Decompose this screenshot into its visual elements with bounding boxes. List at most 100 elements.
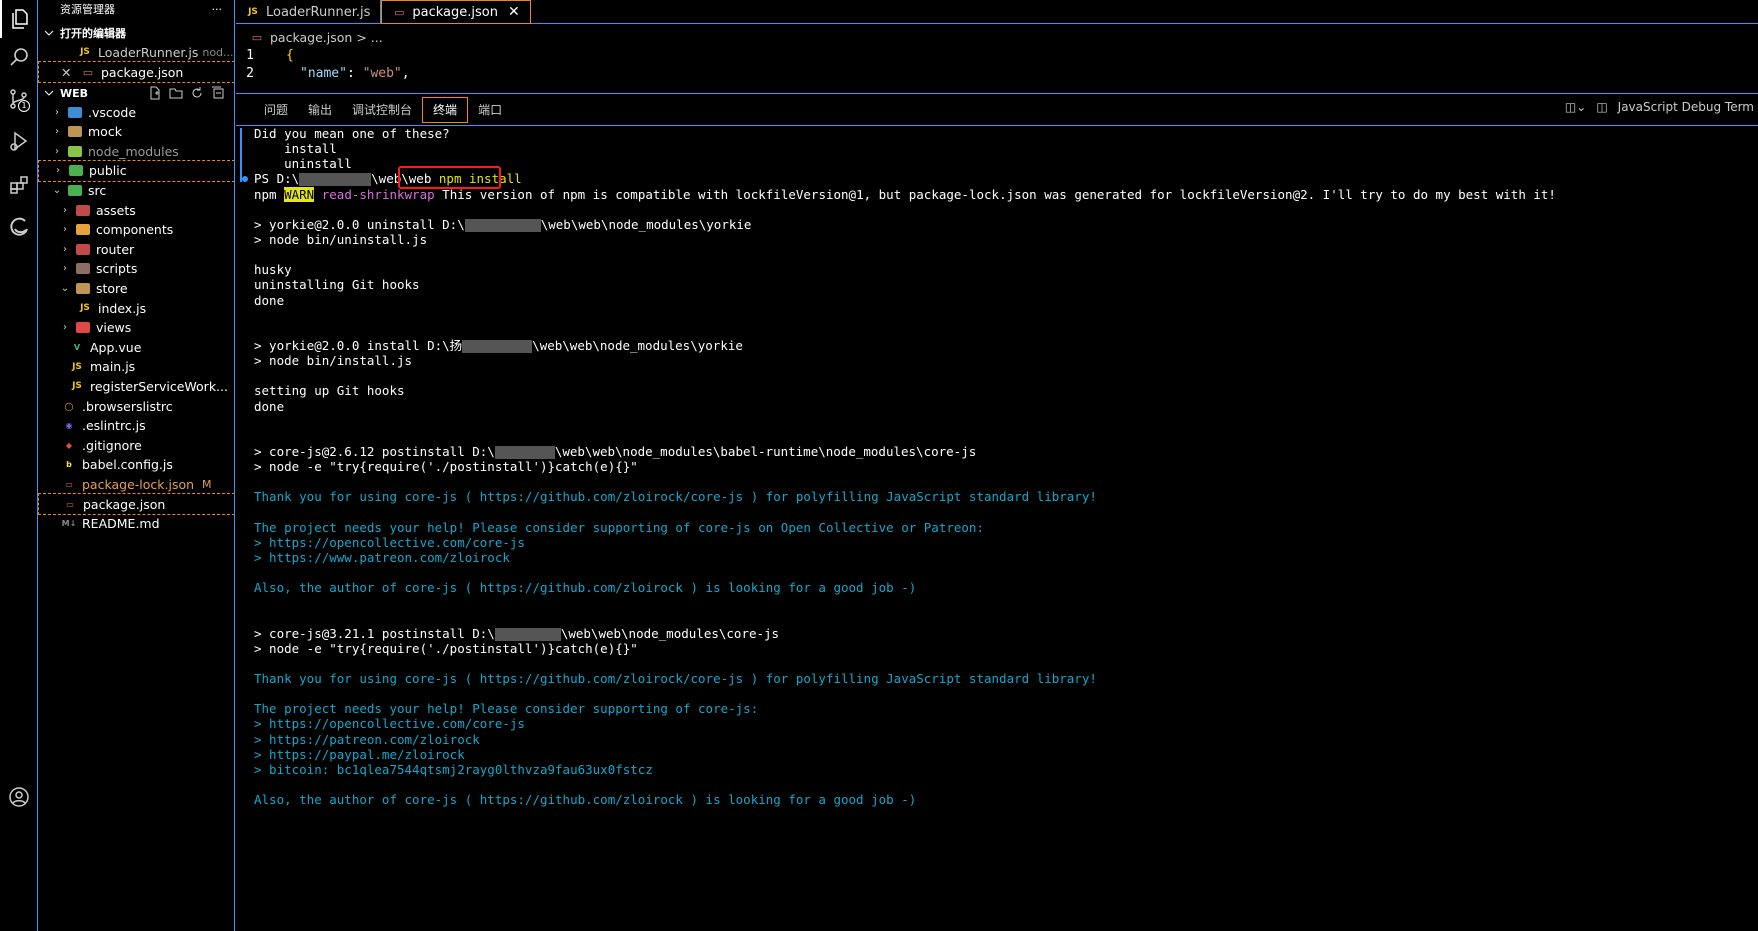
folder-icon — [68, 145, 82, 157]
terminal-line: > node bin/install.js — [254, 353, 1758, 368]
tab-output[interactable]: 输出 — [298, 97, 342, 123]
breadcrumb-file[interactable]: package.json — [270, 30, 352, 45]
terminal-text: Also, the author of core-js ( https://gi… — [254, 580, 917, 596]
close-icon[interactable]: ✕ — [61, 65, 75, 80]
eslint-icon: ◉ — [65, 421, 73, 431]
folder-icon — [68, 184, 82, 196]
edge-icon[interactable] — [0, 208, 38, 246]
search-icon[interactable] — [0, 38, 38, 76]
terminal-output[interactable]: Did you mean one of these? install unins… — [236, 126, 1758, 931]
breadcrumb-rest[interactable]: ... — [371, 30, 383, 45]
babel-icon: b — [66, 460, 72, 470]
terminal-line: install — [254, 141, 1758, 156]
account-icon[interactable] — [0, 778, 38, 816]
terminal-text: > https://paypal.me/zloirock — [254, 746, 465, 762]
json-file-icon: ▭ — [82, 65, 94, 79]
tab-problems[interactable]: 问题 — [254, 97, 298, 123]
open-editor-item[interactable]: JS LoaderRunner.js nod... — [38, 41, 234, 63]
terminal-text: > node -e "try{require('./postinstall')}… — [254, 640, 638, 656]
chevron-down-icon: ⌄ — [52, 184, 62, 196]
split-terminal-icon[interactable]: ◫⌄ — [1565, 100, 1586, 114]
terminal-text: npm — [254, 186, 285, 202]
more-actions-icon[interactable]: ··· — [212, 3, 223, 16]
terminal-line: > core-js@3.21.1 postinstall D:\ \web\web… — [254, 626, 1758, 641]
tree-item-label: router — [96, 241, 135, 257]
tree-file[interactable]: M↓ README.md — [38, 513, 234, 535]
new-folder-icon[interactable] — [169, 86, 183, 100]
tab-ports[interactable]: 端口 — [468, 97, 512, 123]
terminal-text: > core-js@3.21.1 postinstall D:\ — [254, 625, 495, 641]
tree-item-label: public — [89, 163, 127, 179]
chevron-down-icon: ⌄ — [60, 282, 70, 294]
tree-item-label: .eslintrc.js — [82, 418, 146, 434]
terminal-line: PS D:\ \web\web npm install — [242, 166, 1758, 190]
js-file-icon: JS — [72, 381, 82, 392]
terminal-line: Also, the author of core-js ( https://gi… — [254, 580, 1758, 595]
terminal-line: > https://paypal.me/zloirock — [254, 747, 1758, 762]
terminal-text: install — [254, 141, 337, 157]
close-icon[interactable]: ✕ — [508, 4, 520, 20]
terminal-scroll-indicator — [240, 128, 242, 182]
source-control-badge: 1 — [18, 100, 30, 112]
terminal-text: PS D:\ — [254, 171, 300, 187]
code-editor[interactable]: 1 { 2 "name": "web", — [236, 46, 1758, 88]
tree-item-label: README.md — [82, 516, 160, 532]
tree-item-label: registerServiceWork... — [90, 378, 228, 394]
terminal-line: > https://opencollective.com/core-js — [254, 716, 1758, 731]
git-icon: ◆ — [65, 440, 73, 450]
code-line: 2 "name": "web", — [236, 64, 1758, 82]
terminal-text: done — [254, 292, 285, 308]
terminal-line: > https://www.patreon.com/zloirock — [254, 550, 1758, 565]
terminal-line: > node bin/uninstall.js — [254, 232, 1758, 247]
chevron-right-icon: › — [55, 126, 59, 138]
open-editor-item[interactable]: ✕ ▭ package.json — [38, 61, 234, 83]
json-file-icon: ▭ — [66, 499, 74, 509]
terminal-text: > core-js@2.6.12 postinstall D:\ — [254, 443, 495, 459]
folder-icon — [76, 204, 90, 216]
tab-label: LoaderRunner.js — [266, 4, 371, 20]
terminal-text: The project needs your help! Please cons… — [254, 519, 984, 535]
run-debug-icon[interactable] — [0, 122, 38, 160]
terminal-line: done — [254, 399, 1758, 414]
new-file-icon[interactable] — [148, 86, 162, 100]
editor-tabs: JS LoaderRunner.js ▭ package.json ✕ — [236, 0, 1758, 24]
explorer-icon[interactable] — [0, 0, 38, 38]
collapse-all-icon[interactable] — [211, 86, 225, 100]
js-file-icon: JS — [80, 303, 90, 313]
terminal-line: > https://patreon.com/zloirock — [254, 732, 1758, 747]
terminal-text: > node bin/uninstall.js — [254, 231, 428, 247]
source-control-icon[interactable]: 1 — [0, 80, 38, 118]
terminal-profile-label[interactable]: JavaScript Debug Term — [1618, 100, 1754, 114]
terminal-line: > node -e "try{require('./postinstall')}… — [254, 459, 1758, 474]
terminal-line: > yorkie@2.0.0 uninstall D:\ \web\web\nod… — [254, 217, 1758, 232]
tree-item-label: src — [88, 182, 107, 198]
terminal-text: \web\web\node_modules\babel-runtime\node… — [554, 443, 977, 459]
chevron-right-icon: › — [63, 263, 67, 275]
open-editor-desc: nod... — [202, 45, 234, 59]
markdown-icon: M↓ — [61, 519, 77, 529]
open-editor-label: LoaderRunner.js — [98, 44, 199, 60]
terminal-lines: Did you mean one of these? install unins… — [242, 126, 1758, 807]
extensions-icon[interactable] — [0, 166, 38, 204]
tab-terminal[interactable]: 终端 — [422, 96, 469, 123]
code-line: 1 { — [236, 46, 1758, 64]
folder-icon — [76, 282, 90, 294]
refresh-icon[interactable] — [190, 86, 204, 100]
tab-debug-console[interactable]: 调试控制台 — [342, 97, 422, 123]
json-file-icon: ▭ — [251, 30, 263, 44]
tab-package-json[interactable]: ▭ package.json ✕ — [381, 0, 531, 24]
tree-item-label: components — [96, 222, 174, 238]
terminal-profile-icon[interactable]: ◫ — [1596, 100, 1607, 114]
terminal-text: The project needs your help! Please cons… — [254, 701, 759, 717]
terminal-line: Also, the author of core-js ( https://gi… — [254, 792, 1758, 807]
tab-loaderrunner[interactable]: JS LoaderRunner.js — [236, 0, 382, 24]
line-number: 1 — [246, 47, 254, 63]
folder-icon — [76, 263, 90, 275]
terminal-line: > yorkie@2.0.0 install D:\扬 \web\web\node… — [254, 338, 1758, 353]
